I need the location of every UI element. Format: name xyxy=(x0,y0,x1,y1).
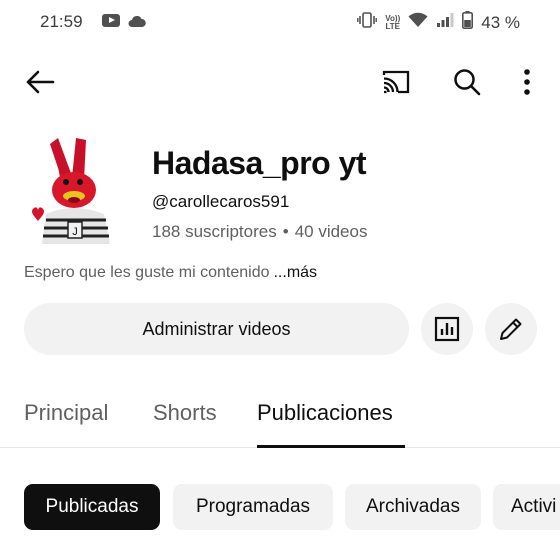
cast-icon xyxy=(382,70,410,94)
signal-icon xyxy=(436,12,454,33)
tab-principal[interactable]: Principal xyxy=(24,400,108,426)
analytics-button[interactable] xyxy=(421,303,473,355)
tab-shorts[interactable]: Shorts xyxy=(153,400,217,426)
channel-description[interactable]: Espero que les guste mi contenido ...más xyxy=(24,264,317,282)
channel-avatar[interactable]: J xyxy=(26,136,126,248)
description-more-link[interactable]: ...más xyxy=(273,264,317,281)
pencil-icon xyxy=(500,318,522,340)
search-icon xyxy=(454,69,481,96)
channel-name: Hadasa_pro yt xyxy=(152,145,367,181)
chip-actividad[interactable]: Activi xyxy=(493,484,560,530)
status-bar: 21:59 Vo)) LTE 43 % xyxy=(0,0,560,44)
stats-separator: • xyxy=(282,222,289,241)
chip-publicadas[interactable]: Publicadas xyxy=(24,484,160,530)
top-app-bar xyxy=(0,52,560,108)
more-vert-icon xyxy=(524,69,530,95)
tab-publicaciones[interactable]: Publicaciones xyxy=(257,400,393,426)
volte-indicator: Vo)) LTE xyxy=(385,13,401,31)
vibrate-icon xyxy=(357,12,378,33)
video-count: 40 videos xyxy=(294,222,368,241)
chip-archivadas[interactable]: Archivadas xyxy=(345,484,481,530)
analytics-icon xyxy=(434,316,460,342)
svg-text:J: J xyxy=(72,226,78,238)
channel-stats: 188 suscriptores • 40 videos xyxy=(152,222,367,242)
arrow-left-icon xyxy=(26,70,55,94)
channel-handle: @carollecaros591 xyxy=(152,192,290,211)
description-text: Espero que les guste mi contenido xyxy=(24,264,270,281)
channel-tabs: Principal Shorts Publicaciones xyxy=(0,384,560,448)
wifi-icon xyxy=(408,12,428,33)
more-options-button[interactable] xyxy=(512,64,542,100)
chip-programadas[interactable]: Programadas xyxy=(173,484,333,530)
battery-icon xyxy=(462,11,474,34)
battery-percent: 43 % xyxy=(481,12,520,32)
status-time: 21:59 xyxy=(40,12,83,31)
active-tab-indicator xyxy=(257,445,405,448)
manage-videos-button[interactable]: Administrar videos xyxy=(24,303,409,355)
search-button[interactable] xyxy=(449,64,485,100)
subscriber-count: 188 suscriptores xyxy=(152,222,277,241)
avatar-image: J xyxy=(32,138,110,244)
cloud-icon xyxy=(128,15,146,27)
cast-button[interactable] xyxy=(378,64,414,100)
edit-channel-button[interactable] xyxy=(485,303,537,355)
back-button[interactable] xyxy=(22,64,58,100)
youtube-notification-icon xyxy=(102,14,120,27)
